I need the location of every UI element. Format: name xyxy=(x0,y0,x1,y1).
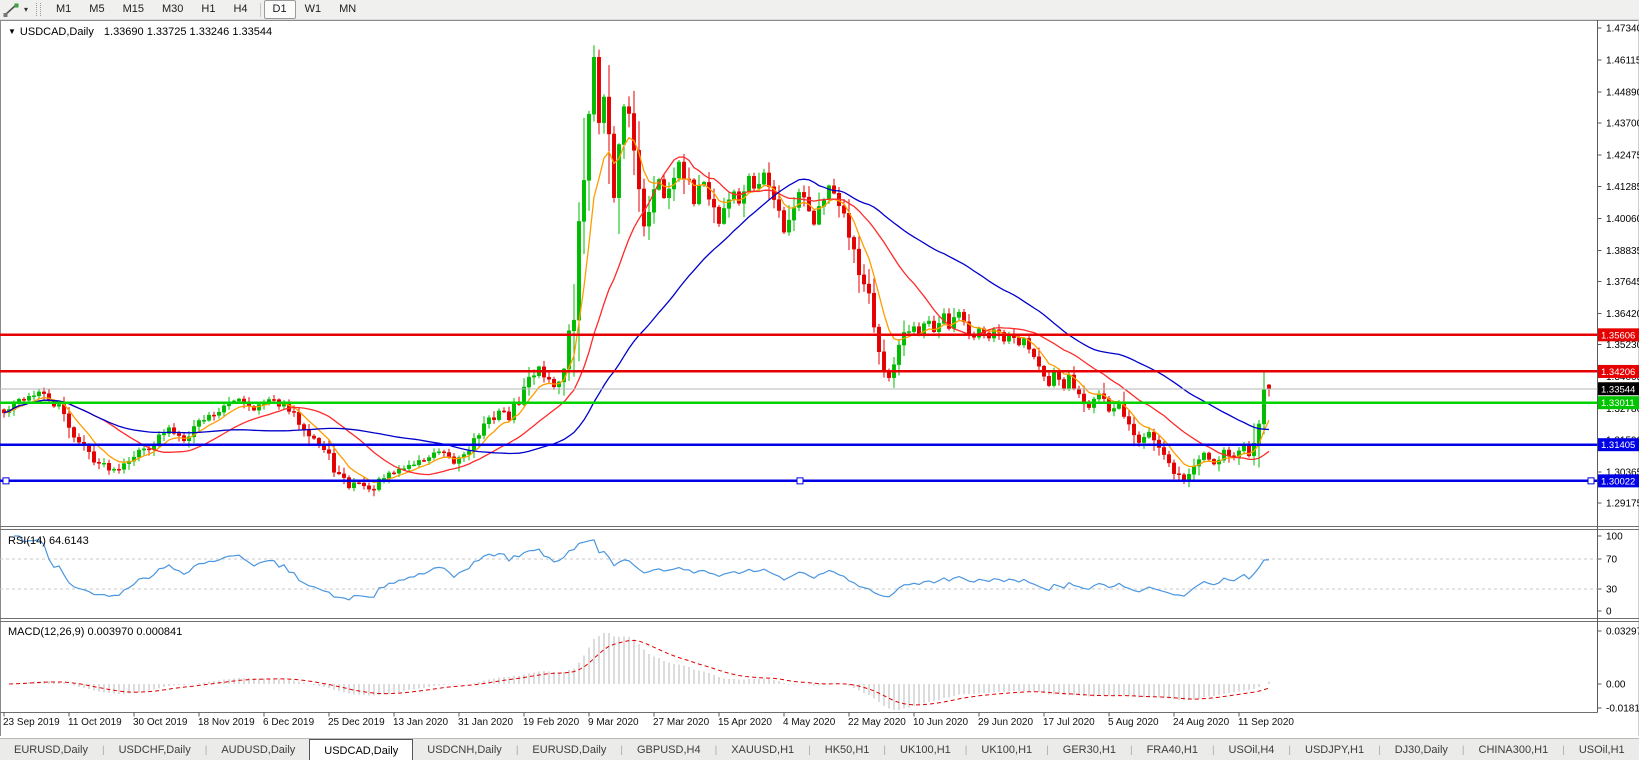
svg-text:1.41285: 1.41285 xyxy=(1606,182,1639,193)
timeframe-button-w1[interactable]: W1 xyxy=(296,0,331,19)
svg-text:24 Aug 2020: 24 Aug 2020 xyxy=(1173,717,1230,728)
svg-text:1.46115: 1.46115 xyxy=(1606,56,1639,67)
chart-tab-usdcad-daily[interactable]: USDCAD,Daily xyxy=(309,739,413,760)
toolbar-separator xyxy=(260,3,261,17)
timeframe-toolbar: ▾ M1M5M15M30H1H4 D1W1MN xyxy=(0,0,1639,20)
svg-text:1.29175: 1.29175 xyxy=(1606,499,1639,510)
svg-text:1.43700: 1.43700 xyxy=(1606,119,1639,130)
svg-text:1.30022: 1.30022 xyxy=(1601,476,1635,487)
price-badge: 1.30022 xyxy=(1598,474,1639,487)
svg-text:29 Jun 2020: 29 Jun 2020 xyxy=(978,717,1033,728)
timeframe-button-m1[interactable]: M1 xyxy=(47,0,80,19)
chart-tab-eurusd-daily[interactable]: EURUSD,Daily xyxy=(518,739,620,760)
chart-tab-usdchf-daily[interactable]: USDCHF,Daily xyxy=(105,739,205,760)
svg-text:30 Oct 2019: 30 Oct 2019 xyxy=(133,717,188,728)
mt4-window: ▾ M1M5M15M30H1H4D1W1MN 1.473401.461151.4… xyxy=(0,0,1639,760)
svg-text:0: 0 xyxy=(1606,607,1612,618)
svg-text:11 Oct 2019: 11 Oct 2019 xyxy=(68,717,122,728)
chart-tab-ger30-h1[interactable]: GER30,H1 xyxy=(1049,739,1130,760)
svg-text:22 May 2020: 22 May 2020 xyxy=(848,717,906,728)
chart-tab-china300-h1[interactable]: CHINA300,H1 xyxy=(1465,739,1563,760)
chart-tab-fra40-h1[interactable]: FRA40,H1 xyxy=(1133,739,1212,760)
line-handle[interactable] xyxy=(1588,478,1594,484)
timeframe-button-m5[interactable]: M5 xyxy=(80,0,113,19)
timeframe-button-d1[interactable]: D1 xyxy=(264,0,296,19)
svg-text:1.34206: 1.34206 xyxy=(1601,367,1635,378)
svg-text:1.42475: 1.42475 xyxy=(1606,151,1639,162)
chart-tab-dj30-daily[interactable]: DJ30,Daily xyxy=(1381,739,1462,760)
svg-text:1.35606: 1.35606 xyxy=(1601,330,1635,341)
svg-text:100: 100 xyxy=(1606,532,1623,543)
chart-tab-usoil-h1[interactable]: USOil,H1 xyxy=(1565,739,1639,760)
svg-text:0.032972: 0.032972 xyxy=(1606,627,1639,638)
svg-text:31 Jan 2020: 31 Jan 2020 xyxy=(458,717,513,728)
timeframe-button-h1[interactable]: H1 xyxy=(192,0,224,19)
svg-text:18 Nov 2019: 18 Nov 2019 xyxy=(198,717,255,728)
price-badge: 1.33544 xyxy=(1598,382,1639,395)
price-badge: 1.31405 xyxy=(1598,438,1639,451)
svg-text:1.31405: 1.31405 xyxy=(1601,440,1635,451)
svg-text:30: 30 xyxy=(1606,585,1618,596)
price-badge: 1.35606 xyxy=(1598,328,1639,341)
svg-text:10 Jun 2020: 10 Jun 2020 xyxy=(913,717,968,728)
svg-text:70: 70 xyxy=(1606,554,1618,565)
toolbar-grip-handle[interactable] xyxy=(36,3,41,16)
svg-text:1.38835: 1.38835 xyxy=(1606,246,1639,257)
price-badge: 1.33011 xyxy=(1598,396,1639,409)
svg-text:1.44890: 1.44890 xyxy=(1606,88,1639,99)
svg-text:25 Dec 2019: 25 Dec 2019 xyxy=(328,717,385,728)
svg-text:0.00: 0.00 xyxy=(1606,680,1626,691)
svg-text:1.47340: 1.47340 xyxy=(1606,24,1639,35)
svg-text:1.33011: 1.33011 xyxy=(1601,398,1635,409)
line-handle[interactable] xyxy=(797,478,803,484)
chart-tab-audusd-daily[interactable]: AUDUSD,Daily xyxy=(207,739,309,760)
svg-text:15 Apr 2020: 15 Apr 2020 xyxy=(718,717,772,728)
svg-text:27 Mar 2020: 27 Mar 2020 xyxy=(653,717,710,728)
svg-text:23 Sep 2019: 23 Sep 2019 xyxy=(3,717,60,728)
svg-text:1.36420: 1.36420 xyxy=(1606,309,1639,320)
chart-tab-xauusd-h1[interactable]: XAUUSD,H1 xyxy=(717,739,808,760)
svg-text:1.35230: 1.35230 xyxy=(1606,340,1639,351)
svg-text:19 Feb 2020: 19 Feb 2020 xyxy=(523,717,580,728)
svg-text:5 Aug 2020: 5 Aug 2020 xyxy=(1108,717,1159,728)
chart-area: 1.47340 1.46115 1.44890 1.43700 1.42475 1.412… xyxy=(0,20,1639,736)
price-badge: 1.34206 xyxy=(1598,365,1639,378)
svg-text:4 May 2020: 4 May 2020 xyxy=(783,717,836,728)
chart-canvas[interactable]: 1.47340 1.46115 1.44890 1.43700 1.42475 1.412… xyxy=(0,20,1639,736)
chart-tab-gbpusd-h4[interactable]: GBPUSD,H4 xyxy=(623,739,715,760)
timeframe-button-m30[interactable]: M30 xyxy=(153,0,192,19)
svg-text:6 Dec 2019: 6 Dec 2019 xyxy=(263,717,315,728)
line-handle[interactable] xyxy=(3,478,9,484)
svg-text:1.40060: 1.40060 xyxy=(1606,214,1639,225)
svg-text:1.37645: 1.37645 xyxy=(1606,277,1639,288)
chart-tab-usoil-h4[interactable]: USOil,H4 xyxy=(1215,739,1289,760)
drawing-tools-icon[interactable] xyxy=(2,2,20,18)
chart-frame xyxy=(0,20,1639,736)
timeframe-button-m15[interactable]: M15 xyxy=(114,0,153,19)
chart-tab-hk50-h1[interactable]: HK50,H1 xyxy=(811,739,884,760)
timeframe-button-mn[interactable]: MN xyxy=(330,0,365,19)
svg-text:1.33544: 1.33544 xyxy=(1601,384,1635,395)
chart-tab-uk100-h1[interactable]: UK100,H1 xyxy=(967,739,1046,760)
chart-tab-usdcnh-daily[interactable]: USDCNH,Daily xyxy=(413,739,516,760)
svg-text:17 Jul 2020: 17 Jul 2020 xyxy=(1043,717,1095,728)
svg-text:13 Jan 2020: 13 Jan 2020 xyxy=(393,717,448,728)
chart-tab-eurusd-daily[interactable]: EURUSD,Daily xyxy=(0,739,102,760)
chart-tab-usdjpy-h1[interactable]: USDJPY,H1 xyxy=(1291,739,1378,760)
svg-text:11 Sep 2020: 11 Sep 2020 xyxy=(1238,717,1294,728)
symbol-tabbar: EURUSD,Daily|USDCHF,Daily|AUDUSD,DailyUS… xyxy=(0,738,1639,760)
timeframe-button-h4[interactable]: H4 xyxy=(224,0,256,19)
svg-text:9 Mar 2020: 9 Mar 2020 xyxy=(588,717,639,728)
svg-text:-0.018154: -0.018154 xyxy=(1606,704,1639,715)
dropdown-caret-icon[interactable]: ▾ xyxy=(20,5,32,14)
chart-tab-uk100-h1[interactable]: UK100,H1 xyxy=(886,739,965,760)
